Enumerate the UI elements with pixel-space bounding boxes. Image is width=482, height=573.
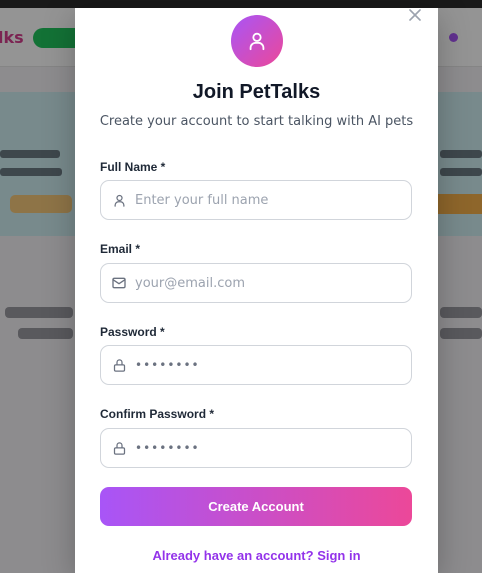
- sign-in-link[interactable]: Already have an account? Sign in: [75, 548, 438, 563]
- user-icon: [111, 192, 127, 208]
- confirm-password-label: Confirm Password *: [100, 407, 215, 421]
- confirm-password-field[interactable]: [100, 428, 412, 468]
- lock-icon: [111, 440, 127, 456]
- lock-icon: [111, 357, 127, 373]
- mail-icon: [111, 275, 127, 291]
- email-input[interactable]: [135, 275, 395, 291]
- create-account-button[interactable]: Create Account: [100, 487, 412, 526]
- full-name-input[interactable]: [135, 192, 395, 208]
- user-icon: [249, 32, 265, 51]
- avatar: [231, 15, 283, 67]
- password-input[interactable]: [135, 358, 395, 372]
- password-field[interactable]: [100, 345, 412, 385]
- confirm-password-input[interactable]: [135, 441, 395, 455]
- page-title: Join PetTalks: [192, 81, 321, 103]
- page-subtitle: Create your account to start talking wit…: [99, 114, 414, 129]
- close-button[interactable]: [406, 6, 424, 24]
- email-field[interactable]: [100, 263, 412, 303]
- password-label: Password *: [100, 325, 165, 339]
- full-name-field[interactable]: [100, 180, 412, 220]
- email-label: Email *: [100, 242, 141, 256]
- signup-modal: Join PetTalks Create your account to sta…: [75, 8, 438, 573]
- close-icon: [409, 9, 421, 21]
- full-name-label: Full Name *: [100, 160, 166, 174]
